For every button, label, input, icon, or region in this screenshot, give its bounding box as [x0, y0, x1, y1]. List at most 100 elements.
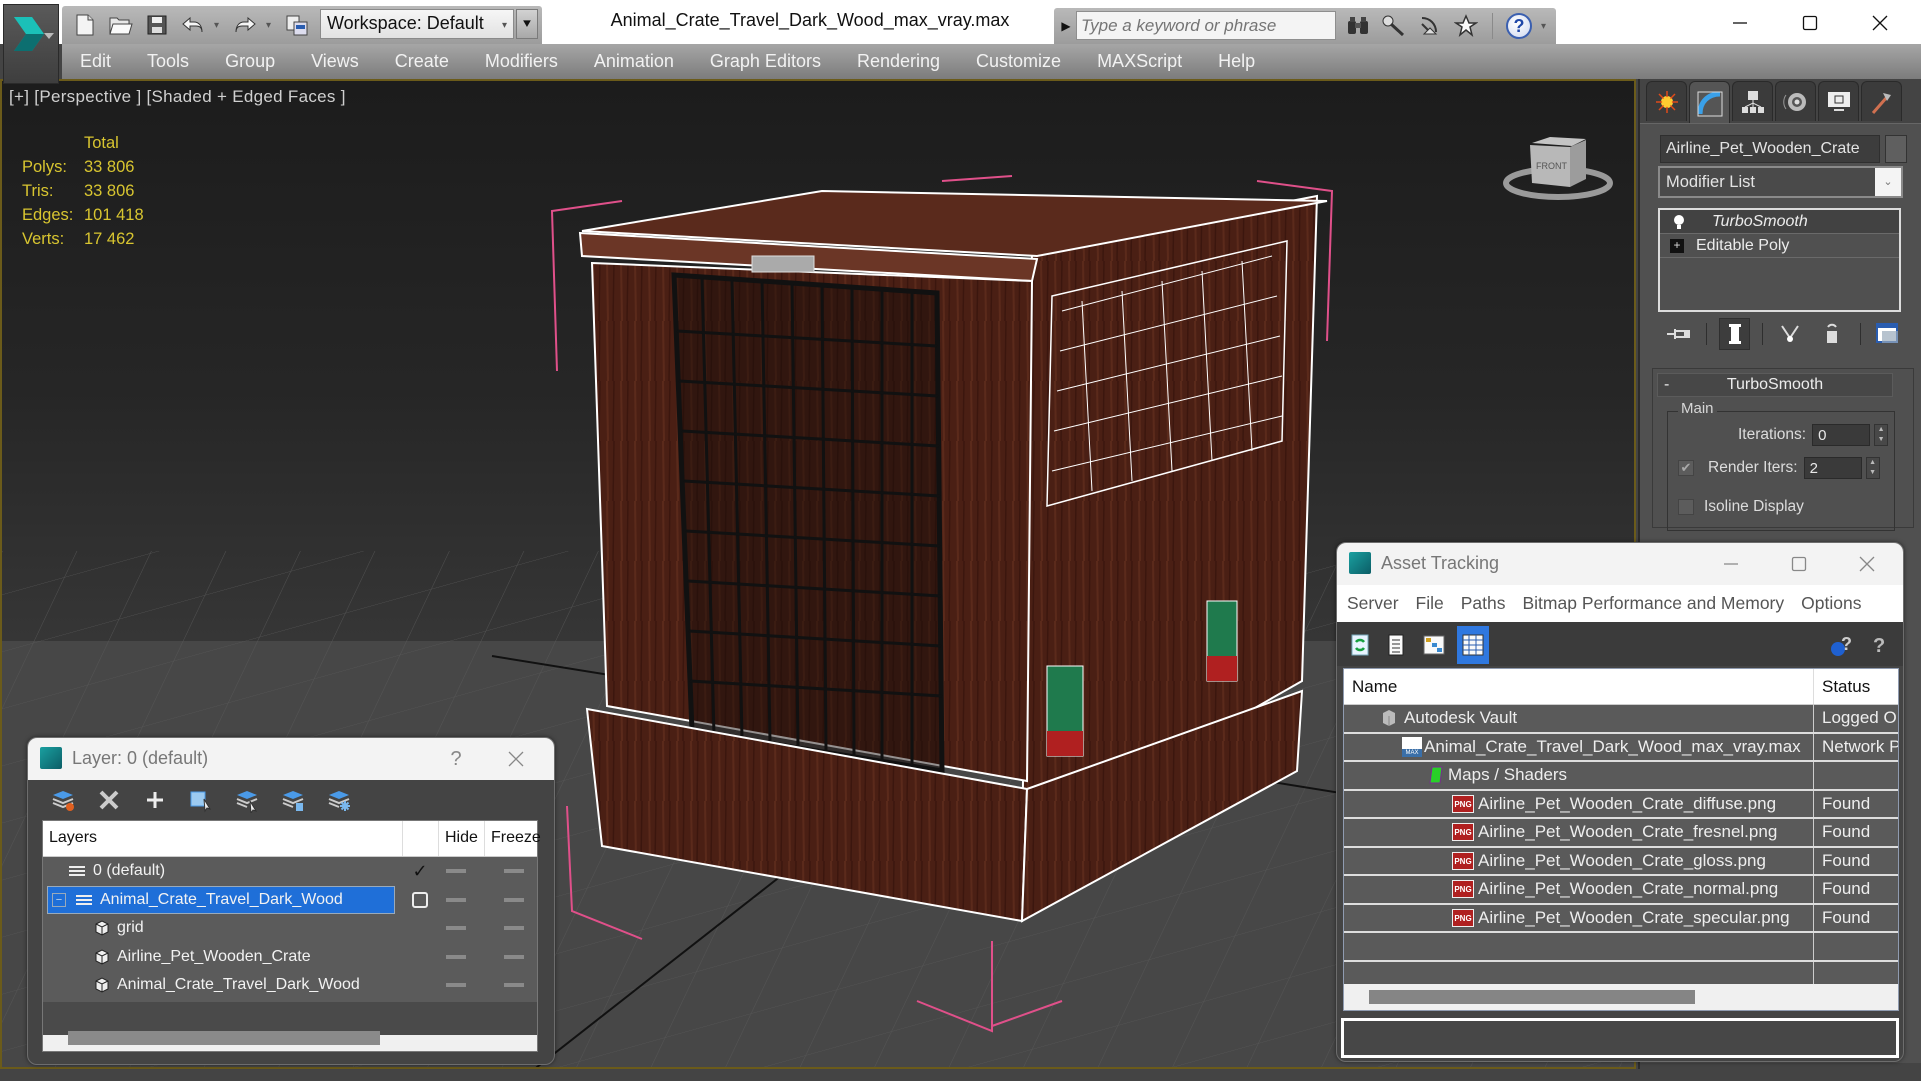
menu-graph-editors[interactable]: Graph Editors [710, 51, 821, 72]
menu-group[interactable]: Group [225, 51, 275, 72]
help-button[interactable]: ? [438, 744, 474, 774]
hide-toggle[interactable] [446, 869, 466, 873]
highlight-layer-button[interactable] [278, 785, 308, 815]
menu-file[interactable]: File [1416, 593, 1444, 614]
menu-rendering[interactable]: Rendering [857, 51, 940, 72]
favorites-button[interactable] [1452, 10, 1480, 42]
dialog-title-bar[interactable]: Layer: 0 (default) ? [28, 738, 554, 780]
tab-modify[interactable] [1689, 81, 1730, 125]
freeze-toggle[interactable] [504, 926, 524, 930]
make-unique-button[interactable] [1775, 318, 1805, 350]
stack-item-turbosmooth[interactable]: TurboSmooth [1660, 210, 1899, 234]
viewcube[interactable]: FRONT [1502, 129, 1622, 209]
freeze-toggle[interactable] [504, 897, 524, 902]
menu-bitmap-performance[interactable]: Bitmap Performance and Memory [1523, 593, 1785, 614]
tab-utilities[interactable] [1861, 81, 1902, 121]
object-name-field[interactable] [1660, 135, 1880, 163]
open-file-button[interactable] [106, 10, 136, 40]
menu-animation[interactable]: Animation [594, 51, 674, 72]
column-name[interactable]: Name [1344, 669, 1814, 704]
asset-row-gloss[interactable]: PNG Airline_Pet_Wooden_Crate_gloss.png F… [1344, 847, 1898, 876]
tab-create[interactable] [1646, 81, 1687, 121]
freeze-toggle[interactable] [504, 983, 524, 987]
redo-dropdown[interactable]: ▾ [266, 20, 276, 31]
create-layer-button[interactable] [48, 785, 78, 815]
menu-help[interactable]: Help [1218, 51, 1255, 72]
asset-row-fresnel[interactable]: PNG Airline_Pet_Wooden_Crate_fresnel.png… [1344, 819, 1898, 848]
vault-help-button[interactable]: ? [1827, 630, 1857, 660]
column-current[interactable] [403, 821, 439, 856]
list-view-button[interactable] [1381, 630, 1411, 660]
object-row-grid[interactable]: grid [43, 914, 537, 943]
hide-toggle[interactable] [446, 897, 466, 902]
new-file-button[interactable] [70, 10, 100, 40]
minimize-button[interactable] [1710, 8, 1770, 38]
undo-dropdown[interactable]: ▾ [214, 20, 224, 31]
column-freeze[interactable]: Freeze [485, 821, 541, 856]
asset-row-vault[interactable]: Autodesk Vault Logged O [1344, 705, 1898, 734]
workspace-dropdown[interactable]: Workspace: Default ▾ [320, 9, 514, 39]
configure-sets-button[interactable] [1873, 318, 1903, 350]
menu-paths[interactable]: Paths [1461, 593, 1506, 614]
object-row-animal-crate[interactable]: Animal_Crate_Travel_Dark_Wood [43, 971, 537, 1000]
scrollbar-thumb[interactable] [1369, 990, 1695, 1004]
rollout-header[interactable]: - TurboSmooth [1657, 373, 1893, 397]
stack-item-editable-poly[interactable]: + Editable Poly [1660, 234, 1899, 258]
close-button[interactable] [498, 744, 534, 774]
maximize-button[interactable] [1781, 549, 1817, 579]
menu-views[interactable]: Views [311, 51, 359, 72]
close-button[interactable] [1850, 8, 1910, 38]
menu-customize[interactable]: Customize [976, 51, 1061, 72]
remove-modifier-button[interactable] [1817, 318, 1847, 350]
collapse-icon[interactable]: − [52, 892, 66, 907]
menu-options[interactable]: Options [1801, 593, 1861, 614]
select-layer-button[interactable] [232, 785, 262, 815]
iterations-input[interactable] [1812, 424, 1871, 446]
tree-view-button[interactable] [1419, 630, 1449, 660]
hide-toggle[interactable] [446, 926, 466, 930]
set-current-toggle[interactable] [408, 888, 432, 912]
menu-tools[interactable]: Tools [147, 51, 189, 72]
asset-row-diffuse[interactable]: PNG Airline_Pet_Wooden_Crate_diffuse.png… [1344, 790, 1898, 819]
menu-modifiers[interactable]: Modifiers [485, 51, 558, 72]
redo-button[interactable] [230, 10, 260, 40]
layer-row-default[interactable]: 0 (default) ✓ [43, 857, 537, 886]
expand-search-icon[interactable]: ▶ [1058, 12, 1074, 40]
modifier-list-dropdown[interactable]: Modifier List ⌄ [1658, 166, 1903, 198]
iterations-spinner[interactable]: ▲ ▼ [1874, 424, 1889, 446]
render-iters-input[interactable] [1803, 457, 1862, 479]
object-row-airline-pet-crate[interactable]: Airline_Pet_Wooden_Crate [43, 943, 537, 972]
render-iters-checkbox[interactable]: ✔ [1678, 460, 1694, 476]
add-to-layer-button[interactable] [140, 785, 170, 815]
workspace-menu-button[interactable]: ⯆ [516, 9, 538, 39]
tab-display[interactable] [1818, 81, 1859, 121]
close-button[interactable] [1849, 549, 1885, 579]
menu-maxscript[interactable]: MAXScript [1097, 51, 1182, 72]
tab-hierarchy[interactable] [1732, 81, 1773, 121]
show-end-result-button[interactable] [1719, 318, 1750, 350]
layer-row-animal-crate[interactable]: − Animal_Crate_Travel_Dark_Wood [43, 885, 537, 915]
expand-icon[interactable]: + [1670, 238, 1684, 253]
lightbulb-icon[interactable] [1672, 214, 1686, 230]
tab-motion[interactable] [1775, 81, 1816, 121]
column-layers[interactable]: Layers [43, 821, 403, 856]
horizontal-scrollbar[interactable] [68, 1031, 380, 1045]
help-button[interactable]: ? [1865, 630, 1895, 660]
menu-server[interactable]: Server [1347, 593, 1399, 614]
save-file-button[interactable] [142, 10, 172, 40]
freeze-layer-button[interactable] [324, 785, 354, 815]
viewcube-side-face[interactable] [1570, 140, 1586, 187]
isoline-checkbox[interactable] [1678, 499, 1694, 515]
maximize-button[interactable] [1780, 8, 1840, 38]
asset-row-specular[interactable]: PNG Airline_Pet_Wooden_Crate_specular.pn… [1344, 904, 1898, 933]
search-input[interactable] [1076, 11, 1336, 40]
hide-toggle[interactable] [446, 954, 466, 959]
minimize-button[interactable] [1713, 549, 1749, 579]
help-button[interactable]: ? [1505, 10, 1533, 42]
project-folder-button[interactable] [282, 10, 312, 40]
asset-row-max-file[interactable]: MAX Animal_Crate_Travel_Dark_Wood_max_vr… [1344, 733, 1898, 762]
menu-edit[interactable]: Edit [80, 51, 111, 72]
dialog-title-bar[interactable]: Asset Tracking [1337, 543, 1903, 585]
asset-row-maps[interactable]: Maps / Shaders [1344, 762, 1898, 791]
column-hide[interactable]: Hide [439, 821, 485, 856]
